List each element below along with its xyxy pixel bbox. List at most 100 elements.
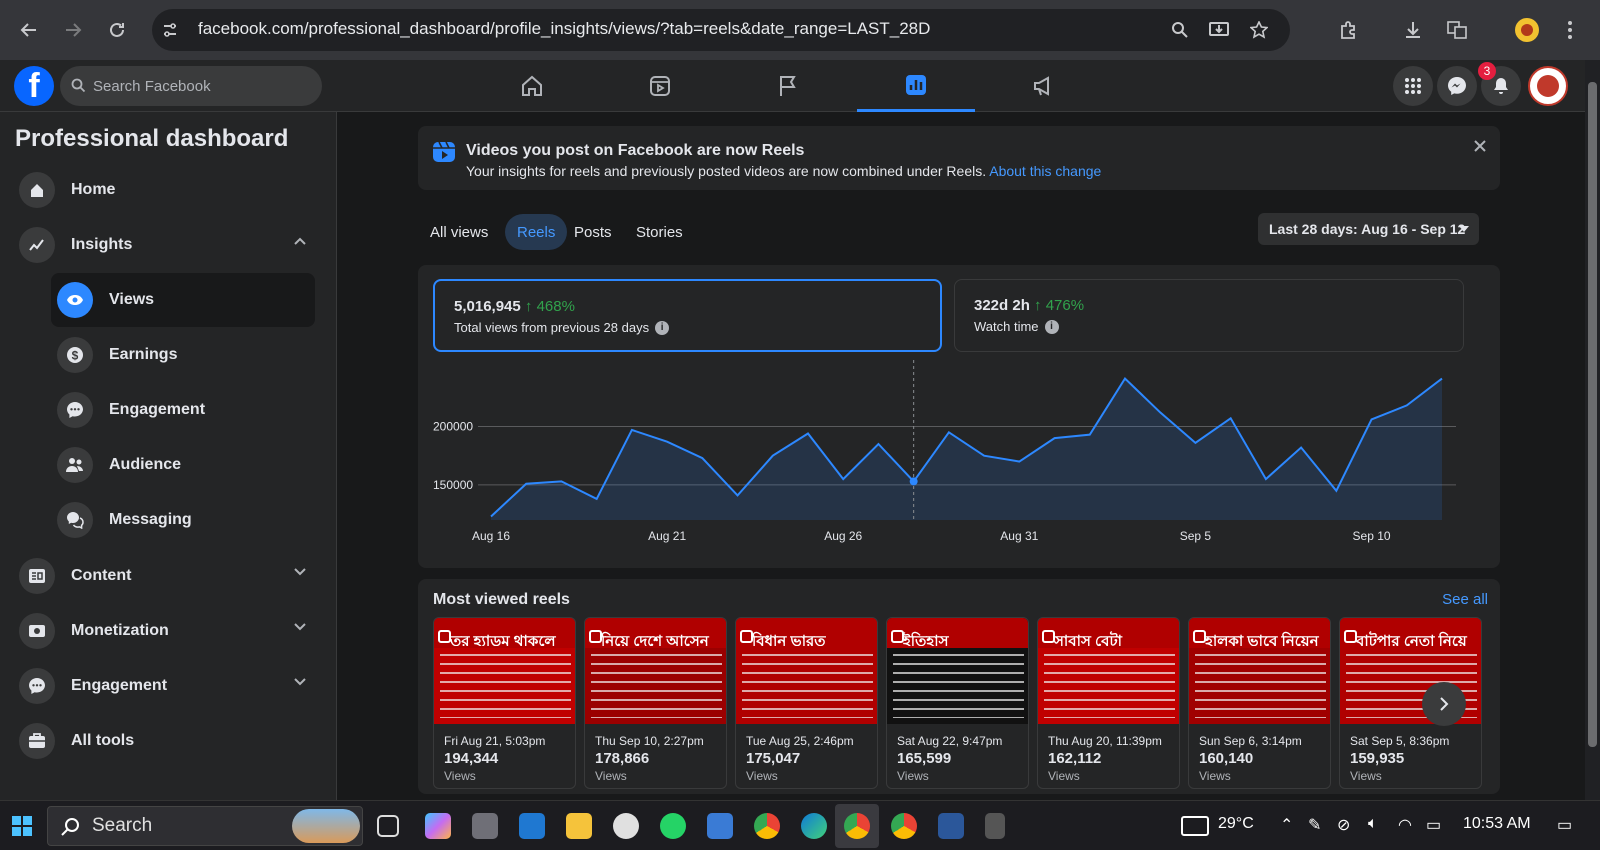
wifi-icon[interactable]: ◠: [1398, 815, 1412, 835]
views-chart-card: 5,016,945 ↑ 468% Total views from previo…: [418, 265, 1500, 568]
reel-card[interactable]: তর হ্যাডম থাকলে Fri Aug 21, 5:03pm 194,344…: [433, 617, 576, 789]
download-icon[interactable]: [1398, 15, 1428, 45]
data-point: [1158, 410, 1162, 414]
weather-icon[interactable]: [1181, 816, 1209, 836]
extensions-icon[interactable]: [1333, 15, 1363, 45]
chrome-icon[interactable]: [844, 813, 870, 839]
sidebar-item-insights[interactable]: Insights: [8, 218, 316, 272]
flag-icon[interactable]: [729, 60, 847, 112]
scrollbar-thumb[interactable]: [1588, 82, 1597, 747]
reload-icon[interactable]: [102, 15, 132, 45]
sidebar-item-engagement-sub[interactable]: Engagement: [51, 383, 315, 437]
sidebar-item-home[interactable]: Home: [8, 163, 316, 217]
messenger-icon[interactable]: [1437, 66, 1477, 106]
facebook-logo[interactable]: f: [14, 66, 54, 106]
date-range-dropdown[interactable]: Last 28 days: Aug 16 - Sep 12: [1258, 213, 1479, 245]
thumbnail-headline: তর হ্যাডম থাকলে: [450, 633, 556, 646]
reel-thumbnail[interactable]: বিধান ভারত: [736, 618, 877, 724]
profile-avatar-icon[interactable]: [1512, 15, 1542, 45]
forward-icon[interactable]: [58, 15, 88, 45]
sidebar-item-all-tools[interactable]: All tools: [8, 714, 316, 768]
reel-card[interactable]: ইতিহাস Sat Aug 22, 9:47pm 165,599 Views: [886, 617, 1029, 789]
sidebar-item-messaging[interactable]: Messaging: [51, 493, 315, 547]
reel-card[interactable]: হালকা ভাবে নিয়েন Sun Sep 6, 3:14pm 160,14…: [1188, 617, 1331, 789]
metric-total-views[interactable]: 5,016,945 ↑ 468% Total views from previo…: [433, 279, 942, 352]
pen-icon[interactable]: ✎: [1308, 815, 1321, 835]
app-icon[interactable]: [613, 813, 639, 839]
megaphone-icon[interactable]: [985, 60, 1103, 112]
close-icon[interactable]: [1470, 136, 1490, 156]
chevron-up-icon[interactable]: ⌃: [1280, 815, 1293, 835]
battery-icon[interactable]: ▭: [1426, 815, 1441, 835]
taskbar-search[interactable]: [47, 806, 363, 846]
reel-thumbnail[interactable]: নিয়ে দেশে আসেন: [585, 618, 726, 724]
store-icon[interactable]: [707, 813, 733, 839]
url-text[interactable]: facebook.com/professional_dashboard/prof…: [198, 19, 930, 39]
sidebar-item-label: Engagement: [109, 401, 206, 418]
page-scrollbar[interactable]: [1585, 60, 1600, 800]
word-icon[interactable]: [938, 813, 964, 839]
metric-label-text: Total views from previous 28 days: [454, 320, 650, 335]
most-viewed-reels-card: Most viewed reels See all তর হ্যাডম থাকল…: [418, 579, 1500, 794]
translate-icon[interactable]: [1442, 15, 1472, 45]
whatsapp-icon[interactable]: [660, 813, 686, 839]
copilot-icon[interactable]: [425, 813, 451, 839]
zoom-icon[interactable]: [1165, 15, 1195, 45]
weather-temperature[interactable]: 29°C: [1218, 815, 1254, 833]
taskbar-search-input[interactable]: [92, 807, 292, 845]
video-icon[interactable]: [601, 60, 719, 112]
back-icon[interactable]: [14, 15, 44, 45]
menu-grid-icon[interactable]: [1393, 66, 1433, 106]
views-line-chart[interactable]: 150000 200000 Aug 16 Aug 21 Aug 26 Aug 31 Sep …: [418, 360, 1500, 560]
network-icon[interactable]: ⊘: [1337, 815, 1350, 835]
windows-start-icon[interactable]: [12, 816, 32, 836]
sidebar-item-earnings[interactable]: $ Earnings: [51, 328, 315, 382]
app-icon[interactable]: [472, 813, 498, 839]
clock-time[interactable]: 10:53 AM: [1463, 815, 1531, 833]
about-this-change-link[interactable]: About this change: [989, 163, 1101, 179]
dollar-icon: $: [57, 337, 93, 373]
notification-center-icon[interactable]: ▭: [1557, 815, 1572, 835]
sidebar-item-engagement[interactable]: Engagement: [8, 659, 316, 713]
task-view-icon[interactable]: [377, 815, 399, 837]
info-icon[interactable]: i: [1044, 319, 1059, 334]
browser-menu-icon[interactable]: [1555, 15, 1585, 45]
install-app-icon[interactable]: [1204, 15, 1234, 45]
insights-icon[interactable]: [857, 60, 975, 112]
sidebar-item-content[interactable]: Content: [8, 549, 316, 603]
bookmark-star-icon[interactable]: [1244, 15, 1274, 45]
reel-thumbnail[interactable]: তর হ্যাডম থাকলে: [434, 618, 575, 724]
file-explorer-icon[interactable]: [566, 813, 592, 839]
chrome-icon[interactable]: [754, 813, 780, 839]
search-input[interactable]: [93, 66, 313, 106]
site-info-icon[interactable]: [155, 15, 185, 45]
tab-reels[interactable]: Reels: [505, 214, 568, 250]
calculator-icon[interactable]: [985, 813, 1005, 839]
chrome-icon[interactable]: [891, 813, 917, 839]
volume-icon[interactable]: 🔈︎: [1368, 815, 1378, 833]
reel-card[interactable]: নিয়ে দেশে আসেন Thu Sep 10, 2:27pm 178,866…: [584, 617, 727, 789]
see-all-link[interactable]: See all: [1442, 591, 1488, 608]
sidebar-item-audience[interactable]: Audience: [51, 438, 315, 492]
chevron-right-icon[interactable]: [1422, 682, 1466, 726]
account-avatar[interactable]: [1528, 66, 1568, 106]
home-icon[interactable]: [473, 60, 591, 112]
data-point: [1405, 403, 1409, 407]
tab-all-views[interactable]: All views: [418, 214, 500, 250]
sidebar-item-label: Engagement: [71, 677, 168, 694]
reel-card[interactable]: বিধান ভারত Tue Aug 25, 2:46pm 175,047 Views: [735, 617, 878, 789]
info-icon[interactable]: i: [655, 320, 670, 335]
facebook-search[interactable]: [60, 66, 322, 106]
reel-card[interactable]: সাবাস বেটা Thu Aug 20, 11:39pm 162,112 View…: [1037, 617, 1180, 789]
sidebar-item-monetization[interactable]: Monetization: [8, 604, 316, 658]
sidebar-item-views[interactable]: Views: [51, 273, 315, 327]
reel-thumbnail[interactable]: হালকা ভাবে নিয়েন: [1189, 618, 1330, 724]
reel-thumbnail[interactable]: সাবাস বেটা: [1038, 618, 1179, 724]
metric-watch-time[interactable]: 322d 2h ↑ 476% Watch time i: [954, 279, 1464, 352]
outlook-icon[interactable]: [519, 813, 545, 839]
x-tick-label: Sep 5: [1180, 529, 1212, 543]
tab-posts[interactable]: Posts: [562, 214, 624, 250]
tab-stories[interactable]: Stories: [624, 214, 695, 250]
reel-thumbnail[interactable]: ইতিহাস: [887, 618, 1028, 724]
edge-icon[interactable]: [801, 813, 827, 839]
